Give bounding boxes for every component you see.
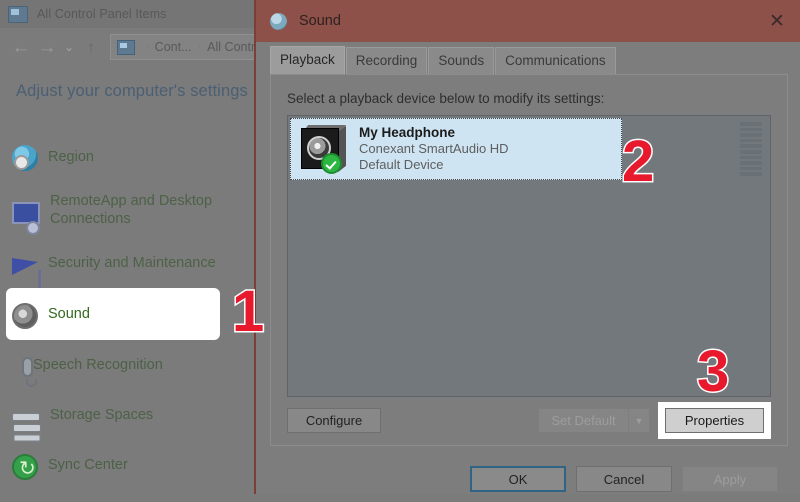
panel-prompt: Select a playback device below to modify… [287,91,605,106]
control-panel-icon [8,5,28,23]
tab-strip: Playback Recording Sounds Communications [270,46,788,75]
sidebar-item-label: Speech Recognition [33,356,163,373]
tab-sounds[interactable]: Sounds [428,47,495,75]
configure-button[interactable]: Configure [287,408,381,433]
sidebar-item-label: Storage Spaces [50,406,154,423]
close-icon[interactable]: ✕ [754,0,800,42]
volume-meter [740,122,762,176]
sidebar-item-sound[interactable]: Sound [6,288,220,340]
chevron-down-icon: ▼ [628,408,650,433]
sidebar-item-speech-recognition[interactable]: Speech Recognition [0,340,256,390]
annotation-step-2: 2 [620,129,655,194]
sidebar-item-storage-spaces[interactable]: Storage Spaces [0,390,256,440]
sidebar-item-region[interactable]: Region [0,132,256,182]
storage-icon [12,413,41,432]
sidebar-item-security-and-maintenance[interactable]: Security and Maintenance [0,238,256,290]
page-title: Adjust your computer's settings [16,82,248,100]
speaker-icon [12,303,38,329]
flag-icon [12,257,41,290]
back-icon[interactable]: ← [8,38,34,57]
control-panel-title: All Control Panel Items [37,7,167,21]
cancel-button[interactable]: Cancel [576,466,672,492]
device-text-block: My Headphone Conexant SmartAudio HD Defa… [359,125,509,173]
breadcrumb-separator: › [197,41,202,53]
control-panel-item-list: Region RemoteApp and Desktop Connections… [0,132,256,490]
remoteapp-icon [12,202,40,235]
sound-dialog-titlebar: Sound ✕ [256,0,800,42]
forward-icon[interactable]: → [34,38,60,57]
chevron-down-icon[interactable]: ⌄ [60,41,78,53]
properties-button[interactable]: Properties [665,408,764,433]
device-status: Default Device [359,157,444,173]
annotation-step-1: 1 [230,279,265,344]
sidebar-item-label: Security and Maintenance [48,254,216,271]
speaker-icon [299,125,347,174]
tab-communications[interactable]: Communications [495,47,616,75]
sidebar-item-label: Sound [48,305,90,322]
sidebar-item-sync-center[interactable]: Sync Center [0,440,256,490]
up-icon[interactable]: ↑ [78,39,104,56]
microphone-icon [22,357,37,387]
ok-button[interactable]: OK [470,466,566,492]
default-check-icon [321,153,342,174]
device-name: My Headphone [359,124,456,140]
sidebar-item-label: Region [48,148,94,165]
device-description: Conexant SmartAudio HD [359,141,509,157]
control-panel-icon [117,39,135,55]
tab-playback[interactable]: Playback [270,46,345,75]
device-list-item[interactable]: My Headphone Conexant SmartAudio HD Defa… [290,118,622,180]
sidebar-item-remoteapp[interactable]: RemoteApp and Desktop Connections [0,182,256,238]
annotation-step-3: 3 [695,339,730,404]
sync-icon [12,454,38,481]
set-default-button: Set Default [538,408,628,433]
tab-recording[interactable]: Recording [345,47,428,75]
region-icon [12,145,38,171]
sound-dialog-title: Sound [299,13,341,29]
properties-button-highlight: Properties [658,402,771,439]
breadcrumb-separator: › [145,41,149,53]
sidebar-item-label: Sync Center [48,456,128,473]
breadcrumb-item-2[interactable]: All Contr [207,40,255,54]
apply-button: Apply [682,466,778,492]
sound-dialog: Sound ✕ Playback Recording Sounds Commun… [254,0,800,494]
breadcrumb-item-1[interactable]: Cont... [155,40,192,54]
sound-icon [270,12,287,30]
sidebar-item-label: RemoteApp and Desktop Connections [50,192,213,227]
